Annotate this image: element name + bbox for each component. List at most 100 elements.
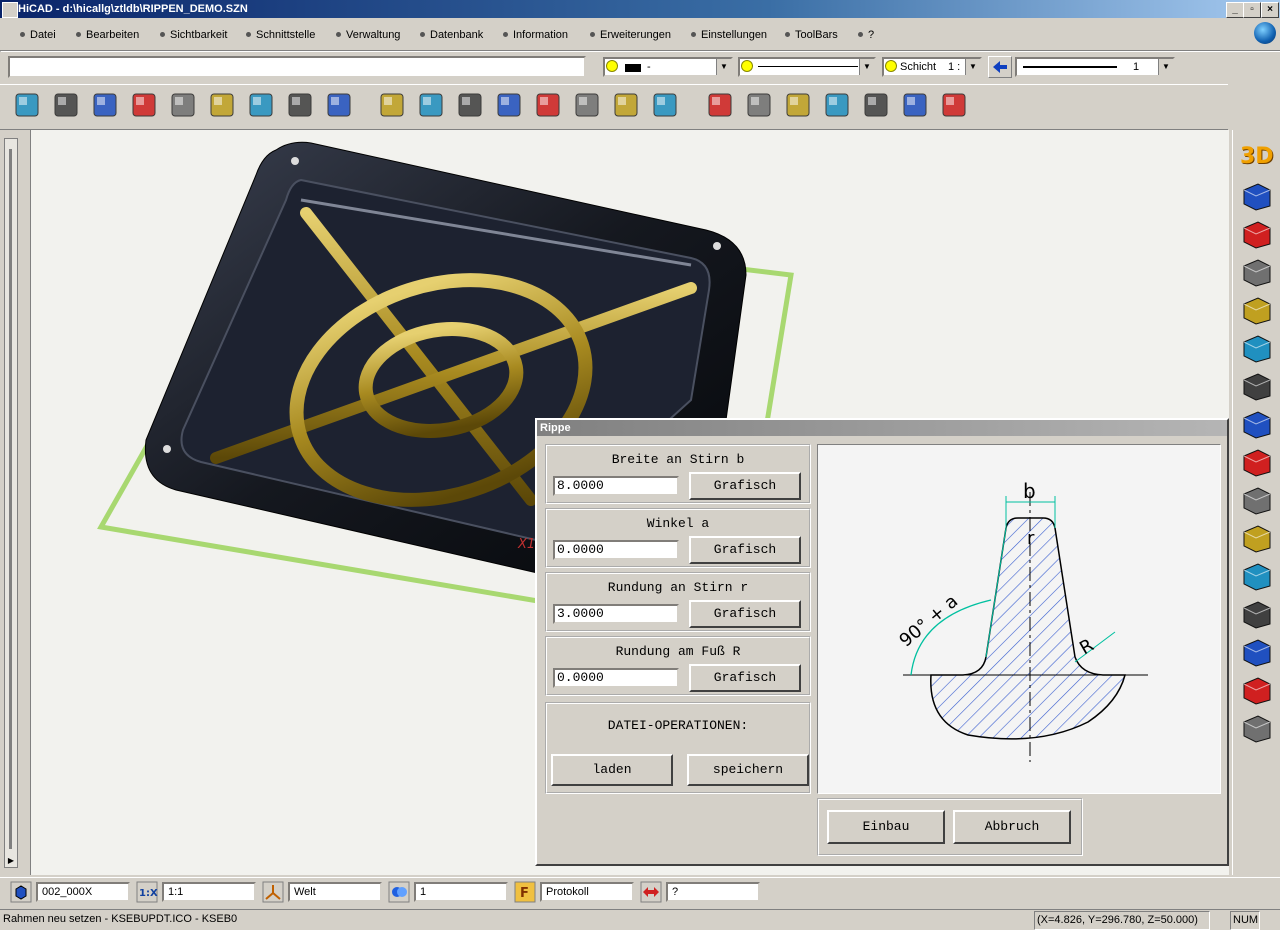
previous-layer-button[interactable] xyxy=(988,56,1012,78)
new-file-icon[interactable] xyxy=(10,88,44,122)
layer-value: 1 : xyxy=(948,61,961,73)
menu-verwaltung[interactable]: Verwaltung xyxy=(334,27,400,43)
view-name-field[interactable]: 002_000X xyxy=(36,882,130,902)
plug-icon[interactable] xyxy=(1238,484,1276,518)
cube-side-icon[interactable] xyxy=(820,88,854,122)
menu-bearbeiten[interactable]: Bearbeiten xyxy=(74,27,139,43)
linewidth-select[interactable]: 1 ▼ xyxy=(1015,57,1175,77)
shade-icon[interactable] xyxy=(283,88,317,122)
label-angle: 90° + a xyxy=(896,591,963,652)
maximize-button[interactable]: ▫ xyxy=(1243,2,1261,18)
grafisch-button-rundung-fuss[interactable]: Grafisch xyxy=(689,664,801,692)
beam-icon[interactable] xyxy=(1238,180,1276,214)
linetype-select[interactable]: ▼ xyxy=(738,57,876,77)
layer-select[interactable]: Schicht 1 : ▼ xyxy=(882,57,982,77)
load-button[interactable]: laden xyxy=(551,754,673,786)
stairs-icon[interactable] xyxy=(1238,636,1276,670)
cube-wire-icon[interactable] xyxy=(742,88,776,122)
zoom-icon[interactable] xyxy=(570,88,604,122)
rotate-icon[interactable] xyxy=(703,88,737,122)
chevron-down-icon[interactable]: ▼ xyxy=(716,59,731,75)
texture-icon[interactable] xyxy=(1238,674,1276,708)
menu-einstellungen[interactable]: Einstellungen xyxy=(689,27,767,43)
menu-erweiterungen[interactable]: Erweiterungen xyxy=(588,27,671,43)
grafisch-button-winkel[interactable]: Grafisch xyxy=(689,536,801,564)
save-button[interactable]: speichern xyxy=(687,754,809,786)
gear-part-icon[interactable] xyxy=(166,88,200,122)
scale-icon[interactable]: 1:X xyxy=(136,881,158,903)
layer-field[interactable]: 1 xyxy=(414,882,508,902)
linewidth-value: 1 xyxy=(1133,61,1140,73)
drawing-icon[interactable] xyxy=(453,88,487,122)
minimize-button[interactable]: _ xyxy=(1226,2,1244,18)
vertical-scrollbar[interactable]: ▶ xyxy=(4,138,18,868)
spring-icon[interactable] xyxy=(1238,712,1276,746)
layer-icon[interactable] xyxy=(388,881,410,903)
valve-icon[interactable] xyxy=(1238,446,1276,480)
copy-documents-icon[interactable] xyxy=(127,88,161,122)
bulb-icon xyxy=(886,61,896,71)
globe-icon[interactable] xyxy=(1254,22,1276,44)
window-title: HiCAD - d:\hicallg\ztldb\RIPPEN_DEMO.SZN xyxy=(18,3,248,15)
menu-schnittstelle[interactable]: Schnittstelle xyxy=(244,27,315,43)
chevron-down-icon[interactable]: ▼ xyxy=(859,59,874,75)
cube-section-icon[interactable] xyxy=(898,88,932,122)
scroll-down-arrow-icon[interactable]: ▶ xyxy=(5,855,17,867)
coordinate-system-icon[interactable] xyxy=(262,881,284,903)
open-folder-icon[interactable] xyxy=(49,88,83,122)
chevron-down-icon[interactable]: ▼ xyxy=(965,59,980,75)
app-icon[interactable] xyxy=(2,2,18,18)
function-icon[interactable]: F xyxy=(514,881,536,903)
sheet-metal-icon[interactable] xyxy=(1238,256,1276,290)
winkel-input[interactable]: 0.0000 xyxy=(553,540,679,560)
menu-information[interactable]: Information xyxy=(501,27,568,43)
gears-icon[interactable] xyxy=(375,88,409,122)
help-field[interactable]: ? xyxy=(666,882,760,902)
pipes-icon[interactable] xyxy=(1238,218,1276,252)
print-icon[interactable] xyxy=(244,88,278,122)
parts-icon[interactable] xyxy=(1238,598,1276,632)
chevron-down-icon[interactable]: ▼ xyxy=(1158,59,1173,75)
3d-label[interactable]: 3D xyxy=(1240,144,1276,172)
grafisch-button-rundung-stirn[interactable]: Grafisch xyxy=(689,600,801,628)
save-disk-icon[interactable] xyxy=(88,88,122,122)
breite-input[interactable]: 8.0000 xyxy=(553,476,679,496)
undo-icon[interactable] xyxy=(609,88,643,122)
menu-toolbars[interactable]: ToolBars xyxy=(783,27,838,43)
rundung-fuss-input[interactable]: 0.0000 xyxy=(553,668,679,688)
label-r: r xyxy=(1027,528,1035,549)
view-cube-icon[interactable] xyxy=(10,881,32,903)
command-input[interactable] xyxy=(8,56,586,78)
robot-arm-icon[interactable] xyxy=(1238,560,1276,594)
menu-datei[interactable]: Datei xyxy=(18,27,56,43)
cube-red-icon[interactable] xyxy=(781,88,815,122)
frame-icon[interactable] xyxy=(492,88,526,122)
cube-shaded-icon[interactable] xyxy=(859,88,893,122)
gears2-icon[interactable] xyxy=(414,88,448,122)
menu-help[interactable]: ? xyxy=(856,27,874,43)
menu-datenbank[interactable]: Datenbank xyxy=(418,27,483,43)
rundung-stirn-input[interactable]: 3.0000 xyxy=(553,604,679,624)
profile-m-icon[interactable] xyxy=(1238,294,1276,328)
machine-icon[interactable] xyxy=(1238,408,1276,442)
frame-box-icon[interactable] xyxy=(1238,370,1276,404)
menu-sichtbarkeit[interactable]: Sichtbarkeit xyxy=(158,27,227,43)
piping-icon[interactable] xyxy=(1238,332,1276,366)
separator xyxy=(0,877,1280,878)
group-label: Winkel a xyxy=(646,516,710,531)
abbruch-button[interactable]: Abbruch xyxy=(953,810,1071,844)
coord-system-field[interactable]: Welt xyxy=(288,882,382,902)
grafisch-button-breite[interactable]: Grafisch xyxy=(689,472,801,500)
delete-x-icon[interactable] xyxy=(205,88,239,122)
gear-wheel-icon[interactable] xyxy=(1238,522,1276,556)
close-button[interactable]: × xyxy=(1261,2,1279,18)
color-select[interactable]: - ▼ xyxy=(603,57,733,77)
rotate-view-icon[interactable] xyxy=(937,88,971,122)
list-icon[interactable] xyxy=(322,88,356,122)
zoom-window-icon[interactable] xyxy=(531,88,565,122)
mode-field[interactable]: Protokoll xyxy=(540,882,634,902)
einbau-button[interactable]: Einbau xyxy=(827,810,945,844)
double-arrow-icon[interactable] xyxy=(640,881,662,903)
scale-field[interactable]: 1:1 xyxy=(162,882,256,902)
redo-icon[interactable] xyxy=(648,88,682,122)
